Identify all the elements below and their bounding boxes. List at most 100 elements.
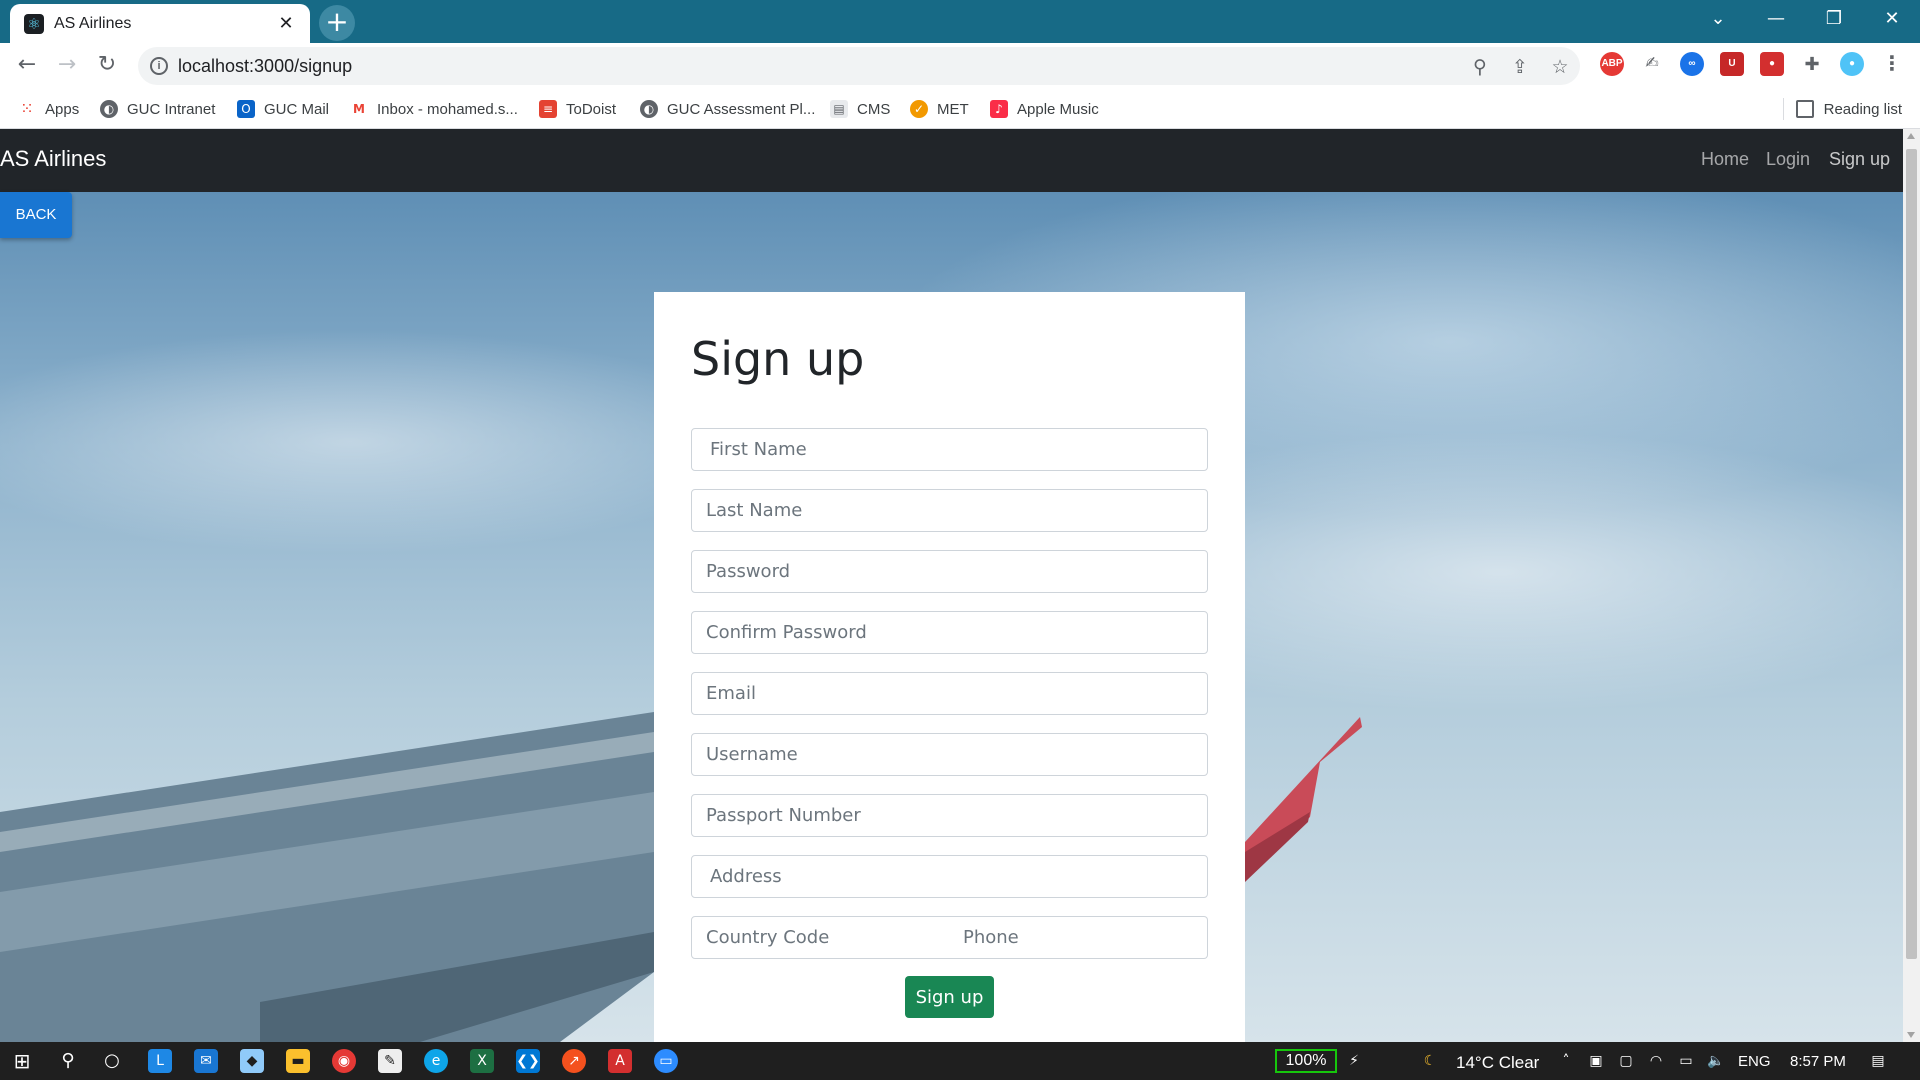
infinity-extension-icon[interactable]: ∞ <box>1680 52 1704 76</box>
username-input[interactable] <box>691 733 1208 776</box>
windows-start-icon[interactable]: ⊞ <box>10 1049 34 1073</box>
display-icon[interactable]: ▢ <box>1614 1049 1638 1073</box>
moon-weather-icon[interactable]: ☾ <box>1418 1049 1442 1073</box>
bookmark-label: MET <box>937 100 969 118</box>
search-icon[interactable]: ⚲ <box>56 1049 80 1073</box>
globe-icon: ◐ <box>640 100 658 118</box>
brand-logo[interactable]: AS Airlines <box>0 146 106 172</box>
close-tab-icon[interactable]: ✕ <box>276 13 296 34</box>
bookmark-cms[interactable]: ▤ CMS <box>830 97 890 121</box>
scroll-up-arrow-icon[interactable] <box>1907 133 1915 139</box>
tab-title: AS Airlines <box>54 14 132 32</box>
password-input[interactable] <box>691 550 1208 593</box>
mail-icon[interactable]: ✉ <box>194 1049 218 1073</box>
bookmark-star-icon[interactable]: ☆ <box>1548 55 1572 79</box>
tab-search-icon[interactable]: ⌄ <box>1692 0 1744 38</box>
adblock-icon[interactable]: ABP <box>1600 52 1624 76</box>
close-window-icon[interactable]: ✕ <box>1866 0 1918 38</box>
cortana-icon[interactable]: ○ <box>100 1049 124 1073</box>
bookmarks-bar: ⁙ Apps ◐ GUC Intranet O GUC Mail M Inbox… <box>0 89 1920 129</box>
recorder-extension-icon[interactable]: ● <box>1760 52 1784 76</box>
excel-icon[interactable]: X <box>470 1049 494 1073</box>
site-info-icon[interactable]: i <box>150 57 168 75</box>
bookmark-guc-assessment[interactable]: ◐ GUC Assessment Pl... <box>640 97 815 121</box>
bookmark-met[interactable]: ✓ MET <box>910 97 969 121</box>
share-icon[interactable]: ⇪ <box>1508 55 1532 79</box>
file-explorer-icon[interactable]: ▬ <box>286 1049 310 1073</box>
ublock-icon[interactable]: U <box>1720 52 1744 76</box>
phone-input[interactable] <box>949 916 1208 959</box>
signup-submit-button[interactable]: Sign up <box>905 976 994 1018</box>
bookmark-label: Inbox - mohamed.s... <box>377 100 518 118</box>
bookmark-todoist[interactable]: ≡ ToDoist <box>539 97 616 121</box>
plug-icon[interactable]: ⚡ <box>1342 1049 1366 1073</box>
browser-title-bar: ⚛ AS Airlines ✕ + ⌄ — ❐ ✕ <box>0 0 1920 43</box>
signup-form-card: Sign up Sign up <box>654 292 1245 1042</box>
chevron-up-icon[interactable]: ˄ <box>1554 1049 1578 1073</box>
reading-list-label: Reading list <box>1823 100 1902 118</box>
site-navbar: AS Airlines Home Login Sign up <box>0 129 1903 192</box>
vscode-icon[interactable]: ❮❯ <box>516 1049 540 1073</box>
email-input[interactable] <box>691 672 1208 715</box>
forward-arrow-icon[interactable]: → <box>51 49 83 81</box>
apps-grid-icon: ⁙ <box>20 99 34 118</box>
postman-icon[interactable]: ↗ <box>562 1049 586 1073</box>
nav-login-link[interactable]: Login <box>1766 149 1810 170</box>
restore-icon[interactable]: ❐ <box>1808 0 1860 38</box>
meet-icon[interactable]: ▣ <box>1584 1049 1608 1073</box>
reading-list-icon <box>1795 100 1814 118</box>
zoom-app-icon[interactable]: ▭ <box>654 1049 678 1073</box>
bookmark-apps[interactable]: ⁙ Apps <box>18 97 79 121</box>
cloud-app-icon[interactable]: ◆ <box>240 1049 264 1073</box>
page-scrollbar[interactable] <box>1903 129 1920 1042</box>
scrollbar-thumb[interactable] <box>1906 149 1917 959</box>
page-title: Sign up <box>691 332 865 386</box>
zoom-icon[interactable]: ⚲ <box>1468 55 1492 79</box>
weather-text[interactable]: 14°C Clear <box>1456 1053 1539 1073</box>
edge-icon[interactable]: e <box>424 1049 448 1073</box>
bookmark-guc-mail[interactable]: O GUC Mail <box>237 97 329 121</box>
bookmark-label: Apps <box>45 100 80 118</box>
last-name-input[interactable] <box>691 489 1208 532</box>
battery-icon[interactable]: ▭ <box>1674 1049 1698 1073</box>
url-text[interactable]: localhost:3000/signup <box>178 56 352 77</box>
l-app-icon[interactable]: L <box>148 1049 172 1073</box>
back-arrow-icon[interactable]: ← <box>11 49 43 81</box>
country-code-input[interactable] <box>691 916 950 959</box>
reading-list-button[interactable]: Reading list <box>1782 97 1902 121</box>
profile-avatar-icon[interactable]: ● <box>1840 52 1864 76</box>
chrome-icon[interactable]: ◉ <box>332 1049 356 1073</box>
todoist-icon: ≡ <box>539 100 557 118</box>
address-bar[interactable]: i localhost:3000/signup ⚲ ⇪ ☆ <box>138 47 1580 85</box>
address-input[interactable] <box>691 855 1208 898</box>
confirm-password-input[interactable] <box>691 611 1208 654</box>
clock[interactable]: 8:57 PM <box>1790 1053 1846 1070</box>
notifications-icon[interactable]: ▤ <box>1866 1049 1890 1073</box>
first-name-input[interactable] <box>691 428 1208 471</box>
scroll-down-arrow-icon[interactable] <box>1907 1032 1915 1038</box>
acrobat-icon[interactable]: A <box>608 1049 632 1073</box>
bookmark-inbox[interactable]: M Inbox - mohamed.s... <box>350 97 518 121</box>
minimize-icon[interactable]: — <box>1750 0 1802 38</box>
bookmark-label: Apple Music <box>1017 100 1099 118</box>
passport-number-input[interactable] <box>691 794 1208 837</box>
bookmark-guc-intranet[interactable]: ◐ GUC Intranet <box>100 97 215 121</box>
volume-icon[interactable]: 🔈 <box>1704 1049 1728 1073</box>
browser-tab[interactable]: ⚛ AS Airlines ✕ <box>10 4 310 43</box>
extensions-puzzle-icon[interactable]: ✚ <box>1800 52 1824 76</box>
signature-extension-icon[interactable]: ✍ <box>1640 52 1664 76</box>
language-indicator[interactable]: ENG <box>1738 1053 1771 1070</box>
bookmark-label: ToDoist <box>566 100 617 118</box>
nav-signup-link[interactable]: Sign up <box>1829 149 1890 170</box>
back-button[interactable]: BACK <box>0 192 72 238</box>
nav-home-link[interactable]: Home <box>1701 149 1749 170</box>
bookmark-label: GUC Mail <box>264 100 330 118</box>
reload-icon[interactable]: ↻ <box>91 49 123 81</box>
editor-app-icon[interactable]: ✎ <box>378 1049 402 1073</box>
browser-menu-icon[interactable]: ⋮ <box>1880 52 1904 76</box>
battery-percentage[interactable]: 100% <box>1275 1049 1337 1073</box>
new-tab-button[interactable]: + <box>319 5 355 41</box>
divider <box>1782 98 1784 120</box>
bookmark-apple-music[interactable]: ♪ Apple Music <box>990 97 1099 121</box>
wifi-icon[interactable]: ◠ <box>1644 1049 1668 1073</box>
